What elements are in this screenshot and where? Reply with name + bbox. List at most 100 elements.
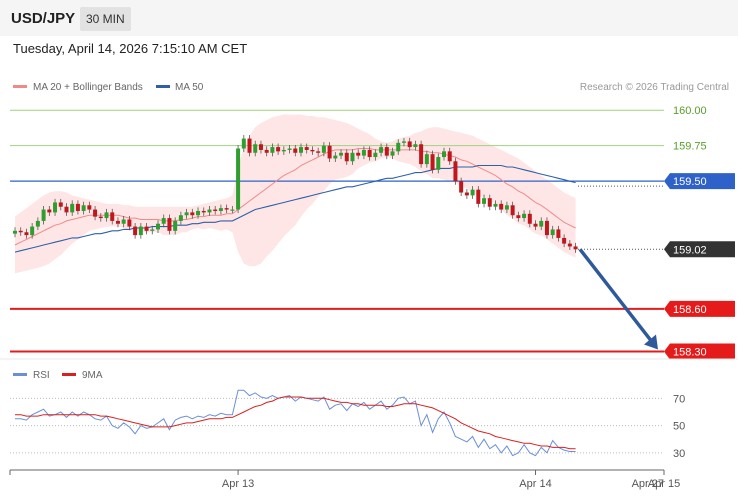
candle-body	[35, 220, 40, 227]
candle-body	[321, 145, 326, 153]
candle-body	[144, 226, 149, 231]
candle-body	[110, 212, 115, 221]
candle-body	[236, 148, 241, 210]
candle-body	[482, 198, 487, 204]
candle-body	[401, 141, 406, 143]
candle-body	[562, 237, 567, 244]
candle-body	[413, 144, 418, 148]
candle-body	[499, 203, 504, 210]
candle-body	[424, 154, 429, 165]
candle-body	[121, 219, 126, 224]
candle-body	[281, 149, 286, 152]
candle-body	[293, 148, 298, 153]
level-label-2: 159.50	[673, 176, 707, 188]
candle-body	[367, 149, 372, 158]
candle-body	[270, 147, 275, 153]
rsi-panel	[15, 389, 576, 457]
x-axis-label-1: Apr 14	[519, 478, 551, 490]
rsi-ma-legend-label: 9MA	[82, 370, 103, 381]
candle-body	[533, 223, 538, 227]
candle-body	[344, 152, 349, 162]
candle-body	[396, 142, 401, 152]
candle-body	[127, 219, 132, 227]
candle-body	[247, 138, 252, 153]
rsi-legend-swatch	[13, 373, 27, 376]
candle-body	[299, 147, 303, 153]
candle-body	[258, 144, 263, 150]
candle-body	[18, 230, 23, 233]
candle-body	[178, 215, 183, 221]
candle-body	[436, 157, 441, 170]
candle-body	[384, 147, 389, 156]
ma50-legend-label: MA 50	[175, 82, 204, 93]
candle-body	[47, 209, 52, 213]
rsi-ma-legend-swatch	[62, 373, 76, 376]
candle-body	[70, 203, 75, 213]
candle-body	[93, 209, 98, 217]
candle-body	[184, 212, 189, 216]
candle-body	[527, 213, 532, 224]
candle-body	[196, 210, 201, 216]
candle-body	[442, 151, 446, 158]
candle-body	[264, 149, 269, 153]
rsi-legend-label: RSI	[33, 370, 50, 381]
candle-body	[522, 213, 527, 219]
candle-body	[464, 192, 469, 196]
candle-body	[53, 202, 58, 213]
x-axis-label-0: Apr 13	[222, 478, 254, 490]
level-label-0: 160.00	[673, 105, 707, 117]
candle-body	[75, 203, 80, 211]
candle-body	[98, 216, 103, 219]
price-axis-labels: 160.00 159.75 159.50 159.02 158.60 158.30	[664, 105, 735, 360]
rsi-tick-label-70: 70	[673, 393, 685, 405]
x-axis-label-3: Apr 27	[632, 478, 664, 490]
candle-body	[30, 226, 35, 236]
candle-body	[550, 229, 555, 236]
candle-body	[339, 152, 344, 156]
candle-body	[241, 138, 246, 149]
candle-body	[556, 229, 561, 238]
candle-body	[333, 155, 338, 159]
candle-body	[304, 147, 309, 150]
ma20-legend-swatch	[13, 85, 27, 88]
candle-body	[539, 220, 544, 227]
candle-body	[356, 152, 361, 156]
candle-body	[64, 206, 69, 213]
candle-body	[253, 144, 258, 153]
candle-body	[373, 152, 378, 158]
candle-body	[419, 144, 424, 165]
rsi-line	[15, 389, 576, 457]
candle-body	[24, 232, 29, 236]
candle-body	[493, 203, 498, 207]
candle-body	[150, 229, 155, 231]
candle-body	[115, 220, 120, 224]
copyright-text: Research © 2026 Trading Central	[580, 82, 729, 93]
candle-body	[430, 154, 435, 170]
candle-body	[81, 205, 86, 211]
candle-body	[379, 147, 384, 153]
candle-body	[207, 209, 212, 213]
candle-body	[133, 226, 138, 236]
candle-body	[230, 209, 235, 211]
level-label-1: 159.75	[673, 141, 707, 153]
candle-body	[310, 149, 315, 152]
candle-body	[138, 226, 143, 236]
price-chart[interactable]: 160.00 159.75 159.50 159.02 158.60 158.30 MA …	[0, 0, 738, 500]
candle-body	[173, 220, 178, 231]
candle-body	[453, 161, 458, 182]
candle-body	[470, 189, 475, 196]
ma20-legend-label: MA 20 + Bollinger Bands	[33, 82, 143, 93]
rsi-tick-label-50: 50	[673, 421, 685, 433]
candle-body	[487, 198, 492, 207]
candle-body	[327, 145, 332, 159]
x-axis: Apr 13 Apr 14 Apr 15Apr 27	[9, 469, 680, 490]
candle-body	[190, 212, 195, 216]
candle-body	[58, 202, 63, 207]
candle-body	[316, 151, 321, 153]
candle-body	[276, 147, 281, 152]
candle-body	[573, 246, 578, 250]
candle-body	[156, 223, 160, 230]
candle-body	[544, 220, 549, 236]
candle-body	[459, 181, 464, 193]
candle-body	[224, 208, 229, 210]
